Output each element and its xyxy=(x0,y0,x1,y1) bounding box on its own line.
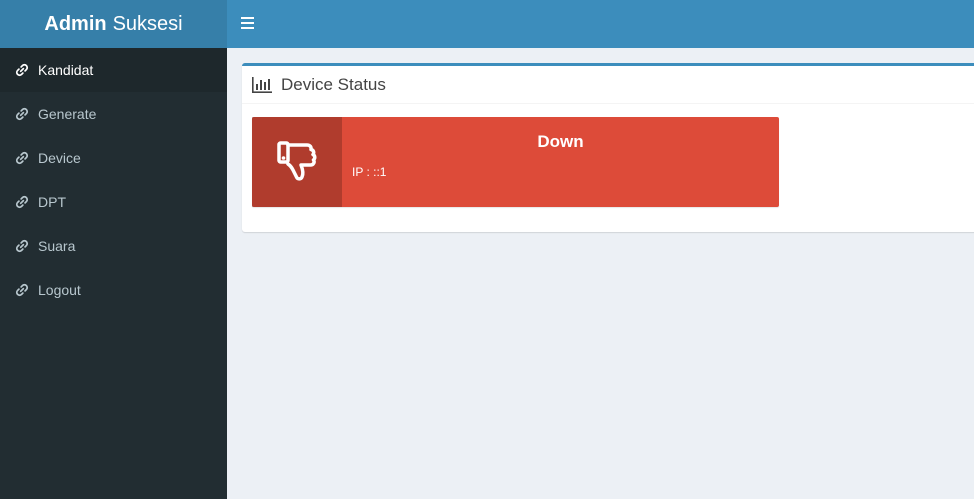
sidebar-item-label: Suara xyxy=(38,238,76,254)
link-icon xyxy=(15,283,29,297)
sidebar-item-label: Kandidat xyxy=(38,62,94,78)
sidebar-item-label: Generate xyxy=(38,106,97,122)
link-icon xyxy=(15,195,29,209)
sidebar: Kandidat Generate Device DPT Suara Logou… xyxy=(0,48,227,499)
sidebar-item-generate[interactable]: Generate xyxy=(0,92,227,136)
thumbs-down-icon xyxy=(252,117,342,207)
panel-header: Device Status xyxy=(242,66,974,104)
brand-rest: Suksesi xyxy=(112,12,183,35)
link-icon xyxy=(15,107,29,121)
sidebar-item-kandidat[interactable]: Kandidat xyxy=(0,48,227,92)
sidebar-item-logout[interactable]: Logout xyxy=(0,268,227,312)
link-icon xyxy=(15,239,29,253)
panel-title: Device Status xyxy=(281,74,386,94)
brand-logo[interactable]: Admin Suksesi xyxy=(0,0,227,48)
top-navbar xyxy=(227,0,974,48)
device-status-box: Down IP : ::1 xyxy=(252,117,779,207)
sidebar-item-label: Device xyxy=(38,150,81,166)
sidebar-item-device[interactable]: Device xyxy=(0,136,227,180)
menu-toggle-icon[interactable] xyxy=(241,17,254,29)
main-content: Device Status Down IP : ::1 xyxy=(227,48,974,499)
sidebar-item-label: Logout xyxy=(38,282,81,298)
device-status-panel: Device Status Down IP : ::1 xyxy=(242,63,974,232)
sidebar-item-dpt[interactable]: DPT xyxy=(0,180,227,224)
sidebar-item-suara[interactable]: Suara xyxy=(0,224,227,268)
link-icon xyxy=(15,151,29,165)
brand-bold: Admin xyxy=(44,12,107,35)
link-icon xyxy=(15,63,29,77)
device-status-text: Down xyxy=(537,132,584,151)
sidebar-item-label: DPT xyxy=(38,194,66,210)
device-ip-text: IP : ::1 xyxy=(352,165,387,179)
bar-chart-icon xyxy=(252,76,272,93)
